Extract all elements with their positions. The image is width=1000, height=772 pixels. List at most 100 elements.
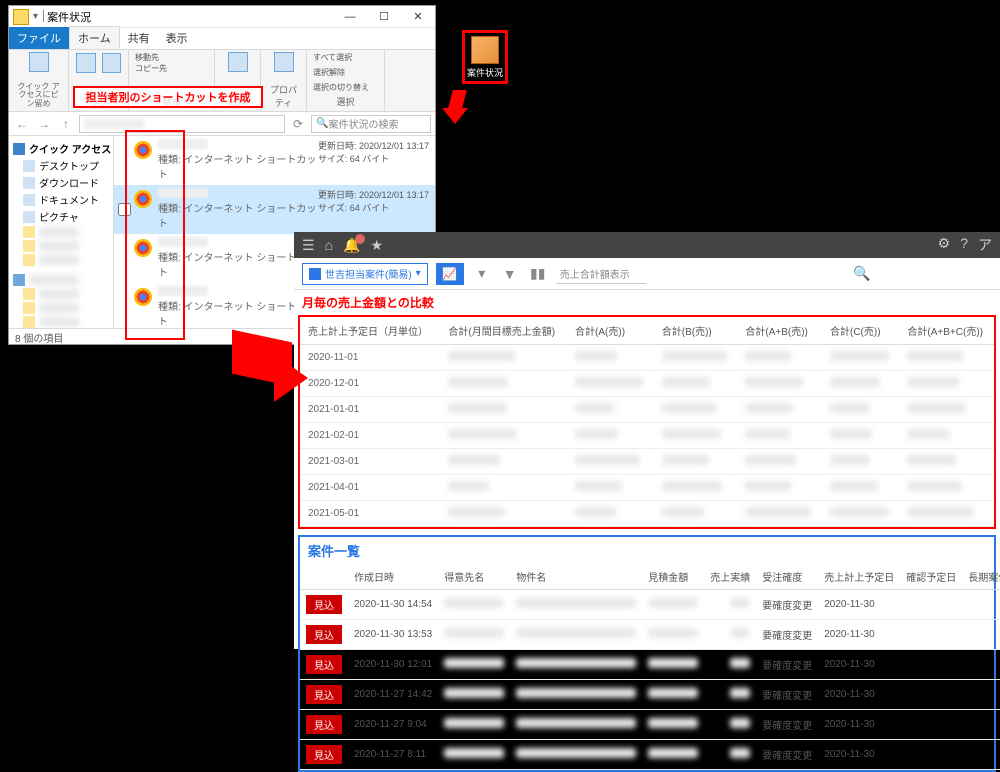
pin-icon[interactable] <box>29 52 49 72</box>
newfolder-icon[interactable] <box>228 52 248 72</box>
col-header[interactable]: 物件名 <box>510 564 642 590</box>
search-icon[interactable]: 🔍 <box>852 264 872 284</box>
confidence-cell: 要確度変更 <box>756 650 818 680</box>
table-row[interactable]: 2021-04-01 <box>300 475 994 501</box>
sidebar-item[interactable] <box>9 315 113 328</box>
sidebar-item[interactable] <box>9 253 113 267</box>
back-button[interactable]: ← <box>13 115 31 133</box>
date-cell: 2021-02-01 <box>300 423 440 449</box>
forward-button[interactable]: → <box>35 115 53 133</box>
col-header[interactable]: 見積金額 <box>642 564 704 590</box>
help-icon[interactable]: ? <box>960 235 968 255</box>
notification-icon[interactable]: 🔔 <box>343 237 360 254</box>
paste-icon[interactable] <box>102 53 122 73</box>
table-row[interactable]: 見込 2020-11-30 12:01 要確度変更 2020-11-30 ✎i <box>300 650 1000 680</box>
home-icon[interactable]: ⌂ <box>325 237 333 253</box>
star-icon <box>13 143 25 155</box>
table-row[interactable]: 見込 2020-11-27 14:42 要確度変更 2020-11-30 ✎i <box>300 680 1000 710</box>
sidebar-item[interactable] <box>9 287 113 301</box>
col-header[interactable]: 確認予定日 <box>900 564 962 590</box>
tab-file[interactable]: ファイル <box>9 27 69 49</box>
titlebar: ▾ │ 案件状況 — ☐ ✕ <box>9 6 435 28</box>
section1-title: 月毎の売上金額との比較 <box>294 290 1000 315</box>
col-header[interactable]: 合計(A(売)) <box>567 317 654 345</box>
quick-access-header[interactable]: クイック アクセス <box>9 140 113 157</box>
webapp-topbar: ☰ ⌂ 🔔 ★ ⚙ ? ア <box>294 232 1000 258</box>
selectall[interactable]: すべて選択 <box>313 52 378 63</box>
sidebar-item[interactable]: ダウンロード <box>9 174 113 191</box>
folder-icon <box>23 288 35 300</box>
file-item[interactable]: 種類: インターネット ショートカット 更新日時: 2020/12/01 13:… <box>114 136 435 185</box>
col-header[interactable]: 受注確度 <box>756 564 818 590</box>
file-meta: 更新日時: 2020/12/01 13:17サイズ: 64 バイト <box>318 188 431 230</box>
sidebar-item[interactable] <box>9 225 113 239</box>
tab-home[interactable]: ホーム <box>69 26 120 49</box>
sidebar-item[interactable] <box>9 301 113 315</box>
confidence-cell: 要確度変更 <box>756 590 818 620</box>
file-item[interactable]: 種類: インターネット ショートカット 更新日時: 2020/12/01 13:… <box>114 185 435 234</box>
selectinvert[interactable]: 選択の切り替え <box>313 82 378 93</box>
dropdown-icon[interactable]: ▾ <box>472 264 492 284</box>
table-row[interactable]: 2020-11-01 <box>300 345 994 371</box>
col-header[interactable]: 得意先名 <box>438 564 510 590</box>
address-bar[interactable] <box>79 115 285 133</box>
table-row[interactable]: 2021-01-01 <box>300 397 994 423</box>
chart-icon[interactable]: ▮▮ <box>528 264 548 284</box>
table-row[interactable]: 2021-03-01 <box>300 449 994 475</box>
desktop-shortcut[interactable]: 案件状況 <box>462 30 508 84</box>
sidebar-item[interactable]: ピクチャ <box>9 208 113 225</box>
table-row[interactable]: 見込 2020-11-27 8:11 要確度変更 2020-11-30 ✎i <box>300 740 1000 770</box>
properties-icon[interactable] <box>274 52 294 72</box>
col-header[interactable]: 合計(A+B+C(売)) <box>899 317 994 345</box>
copy-icon[interactable] <box>76 53 96 73</box>
date-cell: 2021-03-01 <box>300 449 440 475</box>
onedrive-header[interactable] <box>9 273 113 287</box>
section2-title: 案件一覧 <box>300 537 368 564</box>
sidebar-item[interactable]: デスクトップ <box>9 157 113 174</box>
col-header[interactable]: 合計(月間目標売上金額) <box>440 317 567 345</box>
maximize-button[interactable]: ☐ <box>367 6 401 28</box>
tab-view[interactable]: 表示 <box>158 27 196 49</box>
col-header[interactable]: 合計(C(売)) <box>822 317 899 345</box>
graph-button[interactable]: 📈 <box>436 263 464 285</box>
copyto-label[interactable]: コピー先 <box>135 63 208 74</box>
view-selector[interactable]: 世吉担当案件(簡易)▾ <box>302 263 428 285</box>
selectnone[interactable]: 選択解除 <box>313 67 378 78</box>
table-row[interactable]: 見込 2020-11-27 9:04 要確度変更 2020-11-30 ✎i <box>300 710 1000 740</box>
table-row[interactable]: 2021-05-01 <box>300 501 994 527</box>
file-checkbox[interactable] <box>118 203 131 216</box>
sidebar-item[interactable]: ドキュメント <box>9 191 113 208</box>
menu-icon[interactable]: ☰ <box>302 237 315 254</box>
date-cell: 2021-05-01 <box>300 501 440 527</box>
minimize-button[interactable]: — <box>333 6 367 28</box>
col-header[interactable] <box>300 564 348 590</box>
tab-share[interactable]: 共有 <box>120 27 158 49</box>
table-row[interactable]: 見込 2020-11-30 13:53 要確度変更 2020-11-30 ✎i <box>300 620 1000 650</box>
col-header[interactable]: 合計(A+B(売)) <box>737 317 822 345</box>
created-cell: 2020-11-27 8:11 <box>348 740 438 770</box>
table-row[interactable]: 2021-02-01 <box>300 423 994 449</box>
close-button[interactable]: ✕ <box>401 6 435 28</box>
chrome-shortcut-icon <box>132 139 154 161</box>
annotation-red-box: 担当者別のショートカットを作成 <box>73 86 263 108</box>
user-icon[interactable]: ア <box>978 235 992 255</box>
col-header[interactable]: 長期案件 <box>962 564 1000 590</box>
star-icon[interactable]: ★ <box>370 237 383 254</box>
table-row[interactable]: 2020-12-01 <box>300 371 994 397</box>
col-header[interactable]: 合計(B(売)) <box>654 317 738 345</box>
search-field[interactable]: 売上合計額表示 <box>556 264 646 284</box>
search-box[interactable]: 🔍 案件状況の検索 <box>311 115 431 133</box>
status-tag: 見込 <box>306 625 342 644</box>
col-header[interactable]: 作成日時 <box>348 564 438 590</box>
col-header[interactable]: 売上計上予定日（月単位） <box>300 317 440 345</box>
pictures-icon <box>23 211 35 223</box>
table-row[interactable]: 見込 2020-11-30 14:54 要確度変更 2020-11-30 ✎i <box>300 590 1000 620</box>
refresh-button[interactable]: ⟳ <box>289 115 307 133</box>
gear-icon[interactable]: ⚙ <box>938 235 951 255</box>
sidebar-item[interactable] <box>9 239 113 253</box>
filter-icon[interactable]: ▼ <box>500 264 520 284</box>
col-header[interactable]: 売上実績 <box>704 564 756 590</box>
up-button[interactable]: ↑ <box>57 115 75 133</box>
moveto-label[interactable]: 移動先 <box>135 52 208 63</box>
col-header[interactable]: 売上計上予定日 <box>818 564 900 590</box>
